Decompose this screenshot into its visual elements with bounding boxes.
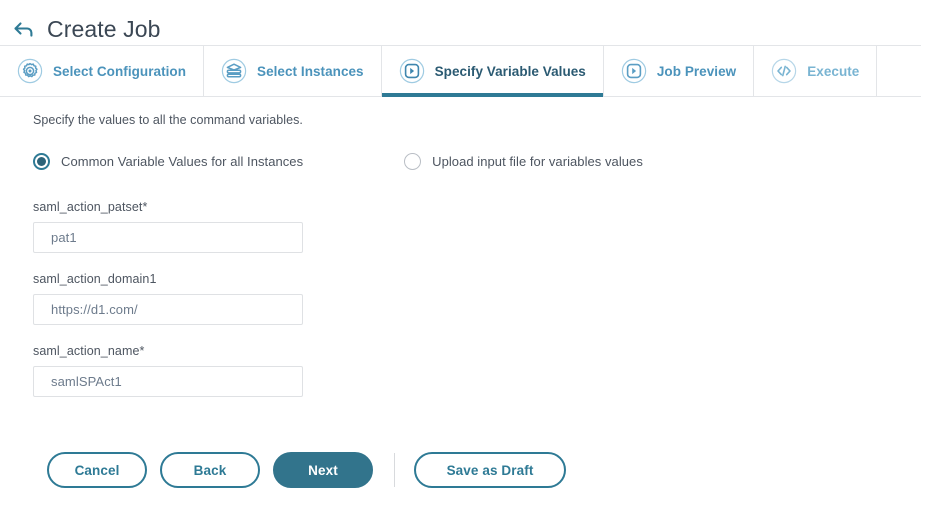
radio-mark-unselected [404,153,422,170]
save-as-draft-button[interactable]: Save as Draft [414,452,566,488]
action-button-bar: Cancel Back Next Save as Draft [33,416,939,488]
play-circle-icon [399,58,424,84]
radio-upload-input-file[interactable]: Upload input file for variables values [404,153,643,170]
saml-action-domain1-input[interactable] [33,294,303,325]
back-button[interactable]: Back [160,452,260,488]
tab-select-instances[interactable]: Select Instances [204,46,382,96]
tab-label: Execute [807,63,860,79]
variable-source-radio-group: Common Variable Values for all Instances… [33,153,939,170]
tab-label: Specify Variable Values [434,63,586,79]
tab-execute[interactable]: Execute [754,46,878,96]
instruction-text: Specify the values to all the command va… [33,113,303,127]
radio-label: Upload input file for variables values [432,154,643,169]
radio-common-variable-values[interactable]: Common Variable Values for all Instances [33,153,303,170]
field-saml-action-patset: saml_action_patset* [33,200,939,253]
field-saml-action-domain1: saml_action_domain1 [33,272,939,325]
tab-label: Job Preview [656,63,737,79]
field-saml-action-name: saml_action_name* [33,344,939,397]
radio-dot [37,157,46,166]
main-content: Specify the values to all the command va… [0,97,939,488]
field-label: saml_action_name* [33,344,145,358]
radio-label: Common Variable Values for all Instances [61,154,304,169]
saml-action-name-input[interactable] [33,366,303,397]
page-header: Create Job [0,0,939,45]
next-button[interactable]: Next [273,452,373,488]
tab-specify-variable-values[interactable]: Specify Variable Values [381,46,604,97]
radio-mark-selected [33,153,50,170]
back-arrow-icon[interactable] [12,17,36,41]
tab-select-configuration[interactable]: Select Configuration [0,46,205,96]
gear-icon [17,58,43,84]
play-circle-icon [621,58,647,84]
field-label: saml_action_domain1 [33,272,157,286]
tab-label: Select Configuration [53,63,187,79]
field-label: saml_action_patset* [33,200,148,214]
code-brackets-icon [772,58,797,84]
saml-action-patset-input[interactable] [33,222,303,253]
page-title: Create Job [47,15,161,42]
cancel-button[interactable]: Cancel [47,452,147,488]
tab-job-preview[interactable]: Job Preview [603,46,755,96]
server-stack-icon [221,58,247,84]
tab-label: Select Instances [257,63,364,79]
button-divider [394,453,395,487]
wizard-tab-bar: Select Configuration Select Instances Sp… [0,45,921,97]
